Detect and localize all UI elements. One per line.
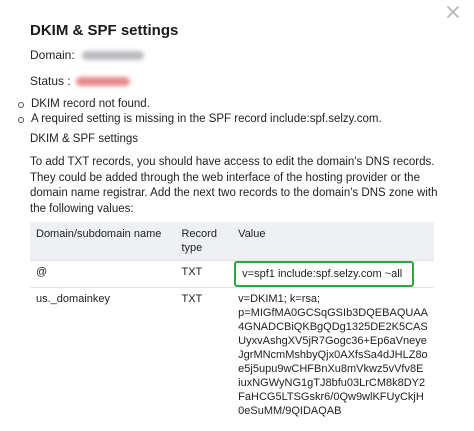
domain-value-redacted (82, 51, 145, 61)
cell-domain: @ (30, 260, 176, 288)
status-label: Status : (30, 74, 71, 88)
dkim-value-line: FaHCG5LTSGskr6/0Qw9wlKFUyCkjH (238, 391, 424, 403)
cell-type: TXT (175, 260, 233, 288)
dkim-value-line: iuxNGWyNG1gTJ8bfu03LrCM8k8DY2 (238, 377, 426, 389)
cell-type: TXT (175, 287, 233, 422)
close-icon (447, 6, 459, 18)
section-subheading: DKIM & SPF settings (30, 133, 139, 145)
bullet-icon (18, 102, 24, 108)
dkim-value-line: 4GNADCBiQKBgQDg1325DE2K5CAS (238, 321, 428, 333)
dkim-value-line: v=DKIM1; k=rsa; (238, 293, 321, 305)
spf-value-highlight[interactable]: v=spf1 include:spf.selzy.com ~all (234, 261, 415, 287)
message-item: DKIM record not found. (17, 97, 382, 112)
bullet-icon (18, 117, 24, 123)
dkim-value[interactable]: v=DKIM1; k=rsa; p=MIGfMA0GCSqGSIb3DQEBAQ… (238, 292, 428, 418)
status-field: Status : (30, 74, 131, 88)
header-value: Value (232, 222, 434, 261)
message-item: A required setting is missing in the SPF… (17, 112, 382, 127)
header-domain: Domain/subdomain name (30, 222, 176, 261)
dkim-value-line: JgrMNcmMshbyQjx0AXfsSa4dJHLZ8o (238, 349, 428, 361)
cell-value[interactable]: v=DKIM1; k=rsa; p=MIGfMA0GCSqGSIb3DQEBAQ… (232, 287, 434, 422)
status-value-redacted (76, 77, 131, 87)
cell-domain: us._domainkey (30, 287, 176, 422)
close-button[interactable] (445, 4, 461, 20)
dkim-value-line: e5j5upu9wCHFBnXu8mVkwz5vVfv8E (238, 363, 424, 375)
dkim-value-line: UyxvAshgXV5jR7Gogc36+Ep6aVneye (238, 335, 427, 347)
dialog-title: DKIM & SPF settings (30, 22, 179, 39)
instructions-text: To add TXT records, you should have acce… (30, 156, 438, 215)
dkim-value-line: 0eSuMM/9QIDAQAB (238, 405, 342, 417)
domain-label: Domain: (30, 48, 75, 62)
table-header-row: Domain/subdomain name Record type Value (30, 222, 434, 261)
domain-field: Domain: (30, 48, 145, 62)
status-messages: DKIM record not found. A required settin… (17, 97, 382, 127)
message-text: DKIM record not found. (31, 98, 150, 110)
dns-records-table: Domain/subdomain name Record type Value … (30, 222, 434, 422)
message-text: A required setting is missing in the SPF… (31, 113, 382, 125)
header-record-type: Record type (175, 222, 233, 261)
table-row: @ TXT v=spf1 include:spf.selzy.com ~all (30, 260, 434, 288)
dkim-value-line: p=MIGfMA0GCSqGSIb3DQEBAQUAA (238, 307, 428, 319)
cell-value: v=spf1 include:spf.selzy.com ~all (232, 260, 434, 288)
table-row: us._domainkey TXT v=DKIM1; k=rsa; p=MIGf… (30, 287, 434, 422)
